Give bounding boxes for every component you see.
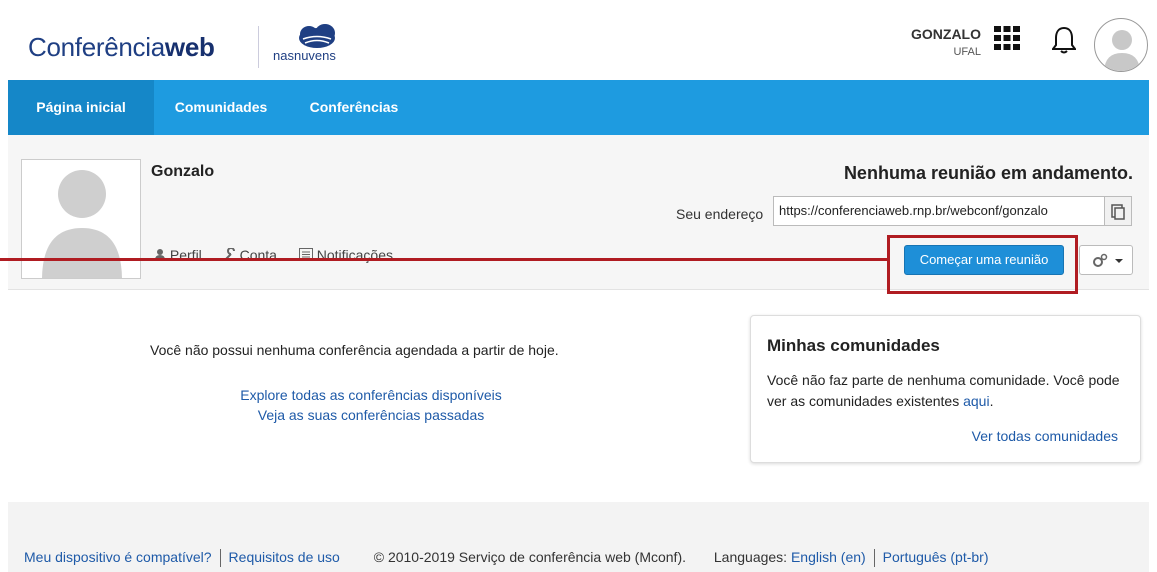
top-header: Conferênciaweb nasnuvens GONZALO UFAL — [8, 8, 1149, 80]
communities-title: Minhas comunidades — [767, 336, 940, 355]
gears-icon — [1093, 253, 1123, 267]
conference-links: Explore todas as conferências disponívei… — [150, 385, 592, 425]
communities-text: Você não faz parte de nenhuma comunidade… — [767, 372, 1120, 409]
footer-separator — [219, 549, 221, 568]
communities-here-link[interactable]: aqui — [963, 393, 989, 409]
past-conferences-link[interactable]: Veja as suas conferências passadas — [258, 407, 484, 423]
logo-bold: web — [164, 32, 215, 62]
no-conferences-message: Você não possui nenhuma conferência agen… — [150, 342, 559, 358]
copy-address-button[interactable] — [1104, 196, 1132, 226]
user-menu[interactable]: GONZALO UFAL — [911, 26, 981, 58]
nasnuvens-logo: nasnuvens — [273, 22, 363, 72]
user-name: GONZALO — [911, 26, 981, 42]
conferenciaweb-logo[interactable]: Conferênciaweb — [28, 32, 215, 63]
nav-conferences[interactable]: Conferências — [288, 80, 420, 135]
meeting-status: Nenhuma reunião em andamento. — [843, 163, 1133, 183]
footer-links: Meu dispositivo é compatível? Requisitos … — [24, 549, 989, 568]
main-nav: Página inicial Comunidades Conferências — [8, 80, 1149, 135]
profile-name: Gonzalo — [151, 163, 215, 180]
footer: Meu dispositivo é compatível? Requisitos … — [8, 502, 1149, 572]
device-compat-link[interactable]: Meu dispositivo é compatível? — [24, 549, 212, 565]
chevron-down-icon — [1115, 259, 1123, 263]
user-org: UFAL — [953, 46, 981, 58]
languages-label: Languages: — [713, 549, 788, 565]
address-label: Seu endereço — [676, 206, 764, 222]
nav-communities[interactable]: Comunidades — [154, 80, 288, 135]
footer-separator — [873, 549, 875, 568]
profile-picture — [21, 159, 141, 279]
nasnuvens-label: nasnuvens — [273, 48, 336, 63]
logo-prefix: Conferência — [28, 32, 165, 62]
logo-divider — [258, 26, 259, 68]
bell-icon[interactable] — [1052, 26, 1076, 54]
lang-english-link[interactable]: English (en) — [791, 549, 866, 565]
apps-grid-icon[interactable] — [994, 26, 1020, 50]
lang-portuguese-link[interactable]: Português (pt-br) — [883, 549, 989, 565]
annotation-pointer-line — [0, 258, 888, 261]
user-avatar-icon[interactable] — [1094, 18, 1148, 72]
address-field[interactable]: https://conferenciaweb.rnp.br/webconf/go… — [773, 196, 1105, 226]
view-all-communities-link[interactable]: Ver todas comunidades — [972, 428, 1118, 444]
communities-body: Você não faz parte de nenhuma comunidade… — [767, 372, 1120, 409]
copyright-text: © 2010-2019 Serviço de conferência web (… — [373, 549, 686, 565]
communities-card: Minhas comunidades Você não faz parte de… — [750, 315, 1141, 463]
requirements-link[interactable]: Requisitos de uso — [229, 549, 340, 565]
nav-home[interactable]: Página inicial — [8, 80, 154, 135]
person-silhouette-icon — [42, 170, 122, 278]
clipboard-icon — [1111, 204, 1125, 220]
explore-conferences-link[interactable]: Explore todas as conferências disponívei… — [240, 387, 501, 403]
settings-dropdown-button[interactable] — [1079, 245, 1133, 275]
annotation-highlight-box — [887, 235, 1078, 294]
